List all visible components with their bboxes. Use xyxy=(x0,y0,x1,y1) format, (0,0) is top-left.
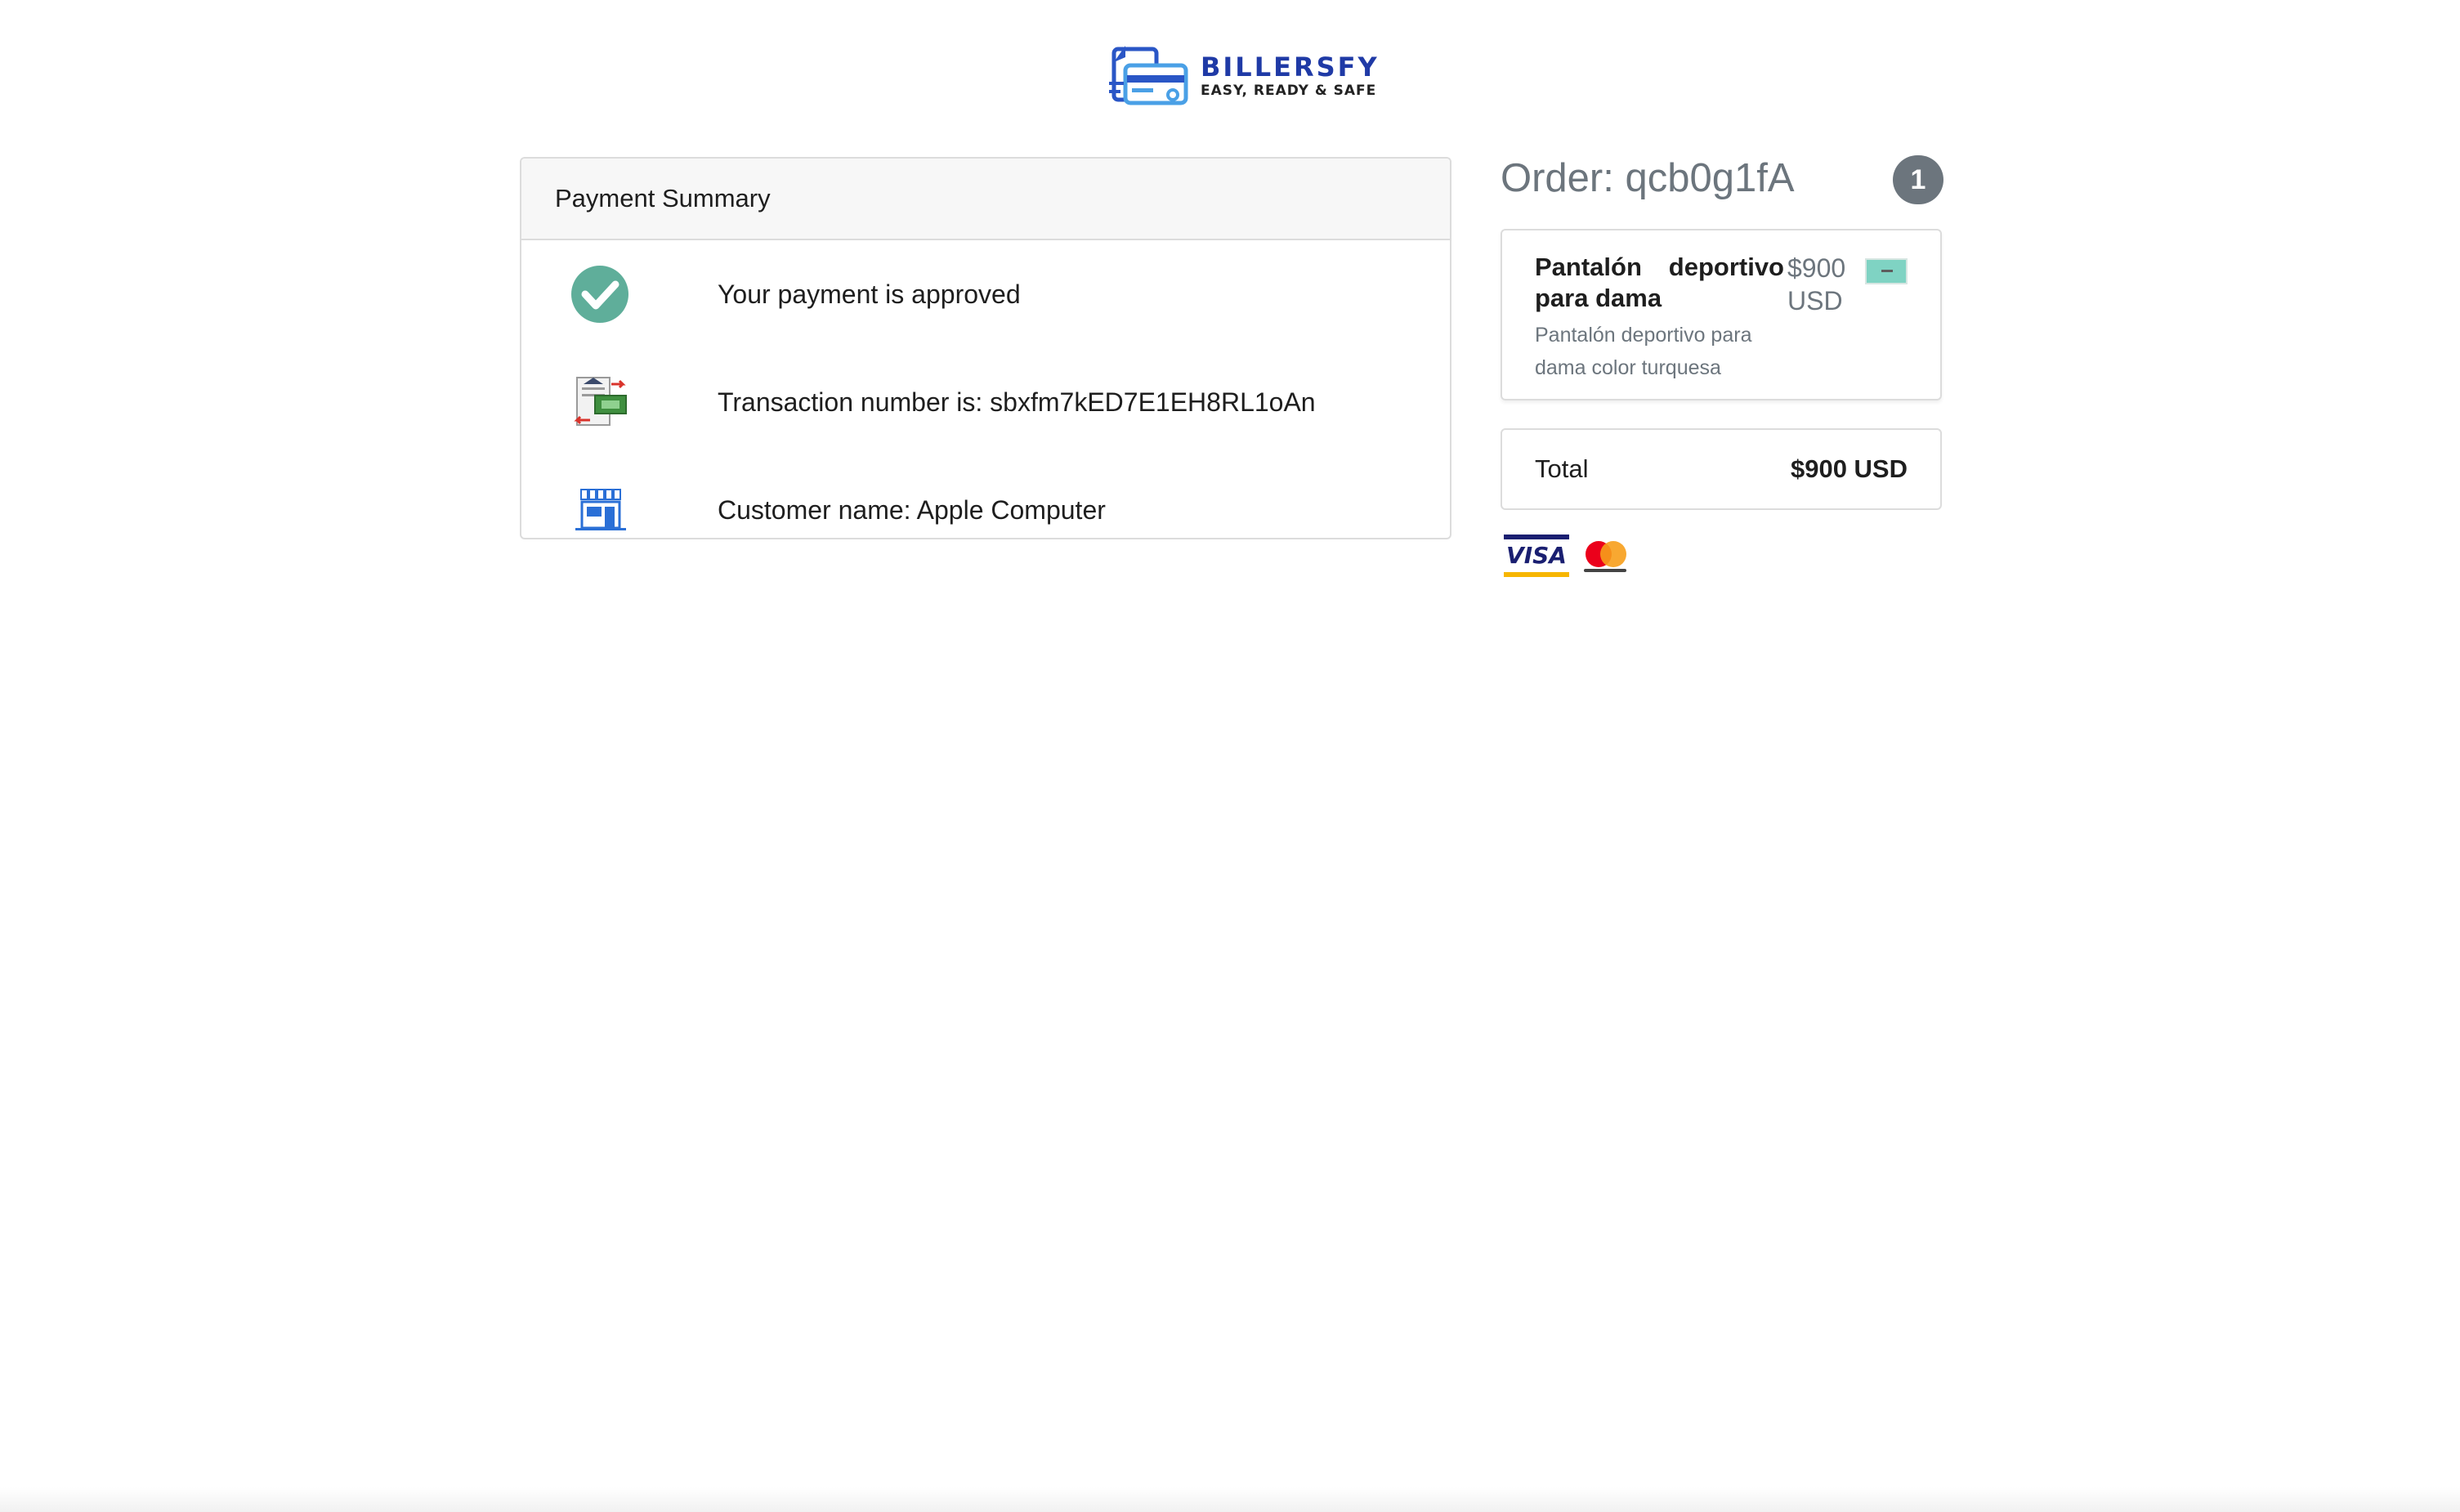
total-value: $900 USD xyxy=(1790,454,1908,483)
item-thumbnail xyxy=(1865,258,1908,284)
brand-tagline: EASY, READY & SAFE xyxy=(1201,83,1377,99)
payment-confirmation-page: BILLERSFY EASY, READY & SAFE Payment Sum… xyxy=(0,0,2460,1512)
item-price: $900 USD xyxy=(1787,253,1846,315)
payment-summary-card: Payment Summary Your payment is approved xyxy=(520,157,1451,539)
payment-summary-title: Payment Summary xyxy=(521,159,1450,240)
store-icon xyxy=(569,479,631,538)
summary-row-customer: Customer name: Apple Computer xyxy=(521,456,1450,538)
check-circle-icon xyxy=(569,263,631,325)
order-item-card: Pantalón deportivo para dama $900 USD Pa… xyxy=(1501,229,1942,400)
accepted-cards: VISA xyxy=(1504,535,1628,577)
summary-row-approval: Your payment is approved xyxy=(521,240,1450,348)
total-label: Total xyxy=(1535,454,1589,483)
summary-row-transaction: Transaction number is: sbxfm7kED7E1EH8RL… xyxy=(521,348,1450,456)
customer-name-text: Customer name: Apple Computer xyxy=(718,494,1106,525)
item-description: Pantalón deportivo para dama color turqu… xyxy=(1535,324,1752,379)
transaction-document-icon xyxy=(569,371,631,433)
payment-status-text: Your payment is approved xyxy=(718,279,1021,309)
order-total: Total $900 USD xyxy=(1501,428,1942,510)
billersfy-logo[interactable]: BILLERSFY EASY, READY & SAFE xyxy=(1107,41,1380,111)
item-name: Pantalón deportivo para dama xyxy=(1535,253,1784,312)
item-count-badge: 1 xyxy=(1893,155,1943,204)
bottom-edge xyxy=(0,1487,2460,1512)
brand-name: BILLERSFY xyxy=(1201,51,1380,83)
mastercard-icon xyxy=(1582,535,1628,577)
order-title: Order: qcb0g1fA xyxy=(1501,156,1795,200)
card-logo-icon xyxy=(1109,46,1188,105)
visa-icon: VISA xyxy=(1504,535,1569,577)
transaction-number-text: Transaction number is: sbxfm7kED7E1EH8RL… xyxy=(718,387,1316,417)
